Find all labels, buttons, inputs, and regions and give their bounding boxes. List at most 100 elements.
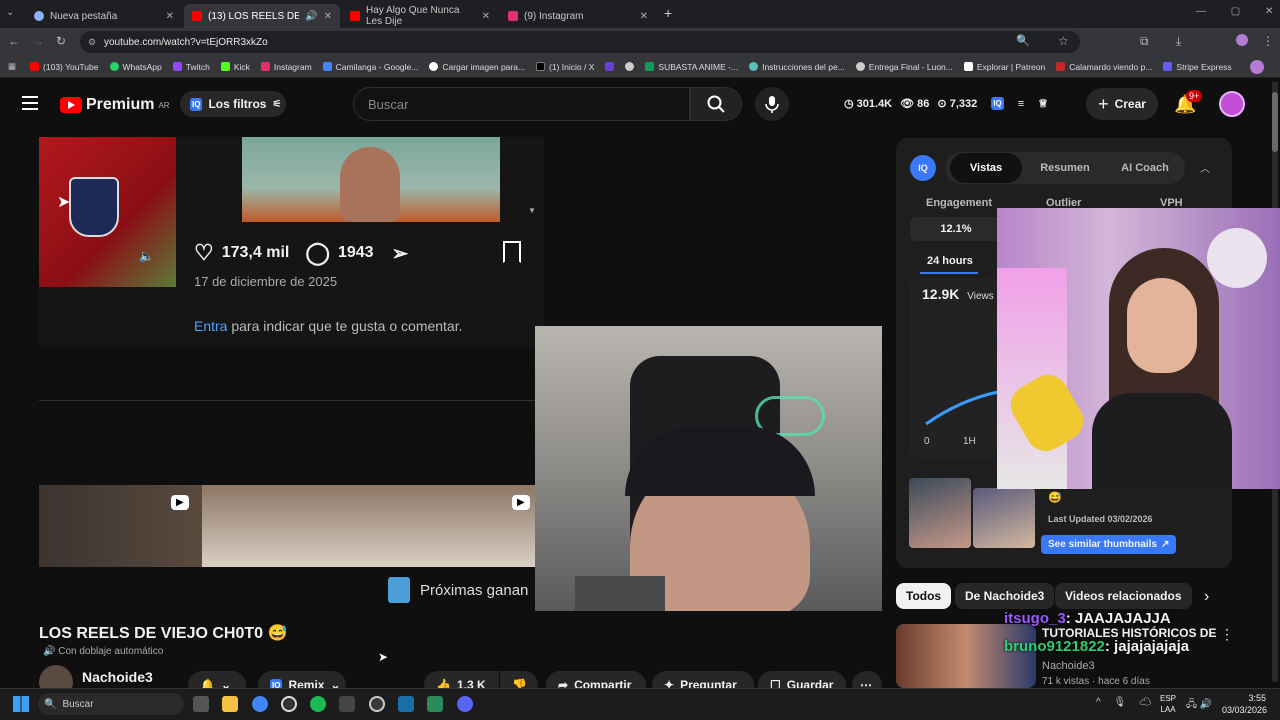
bookmark[interactable]: Twitch [172,61,210,72]
account-avatar[interactable] [1219,91,1245,117]
clock[interactable]: 3:55 03/03/2026 [1222,692,1267,716]
create-label: Crear [1114,97,1146,111]
close-icon[interactable]: ✕ [166,11,174,22]
bookmark[interactable]: Entrega Final - Luon... [855,62,953,72]
zoom-icon[interactable]: 🔍 [1016,34,1030,47]
tab-new[interactable]: Nueva pestaña ✕ [26,4,182,28]
bookmark[interactable]: (103) YouTube [30,62,99,72]
bookmark[interactable]: Calamardo viendo p... [1056,62,1152,72]
back-icon[interactable]: ← [8,34,20,48]
taskview-icon[interactable] [193,696,209,712]
search-button[interactable] [690,87,742,121]
speaker-icon[interactable]: 🔊 [305,11,317,22]
tab-vistas[interactable]: Vistas [950,153,1022,183]
notifications-button[interactable]: 🔔 9+ [1174,90,1203,115]
tab-search-icon[interactable]: ⌄ [6,7,14,18]
youtube-logo[interactable]: Premium AR [60,96,170,114]
network-volume-icons[interactable]: 🖧 🔊 [1186,697,1212,714]
windows-start-icon[interactable] [13,696,29,712]
chip-videos-relacionados[interactable]: Videos relacionados [1055,583,1192,609]
collapse-chevron-icon[interactable]: ︿ [1200,160,1210,175]
apps-icon[interactable]: ▦ [8,61,16,72]
profile-avatar[interactable] [1236,34,1248,46]
login-link[interactable]: Entra [194,318,227,334]
tab-resumen[interactable]: Resumen [1030,153,1100,183]
range-selector[interactable]: 24 hours [927,255,973,267]
share-icon[interactable]: ➢ [392,241,409,266]
menu-icon[interactable]: ⋮ [1262,34,1274,48]
thumbnail-preview[interactable] [909,478,971,548]
tab-youtube-2[interactable]: Hay Algo Que Nunca Les Dije ✕ [342,4,498,28]
comment-icon[interactable]: ◯ [305,240,330,266]
heart-icon[interactable]: ♡ [194,240,214,266]
chip-todos[interactable]: Todos [896,583,952,609]
bookmark[interactable]: Kick [220,62,250,72]
steam-tray-icon[interactable] [369,696,385,712]
reel-thumbnail-guitar[interactable]: ▶ [39,485,202,567]
obs-icon[interactable] [281,696,297,712]
steam-icon[interactable] [398,696,414,712]
region-code: AR [158,100,170,110]
editor-icon[interactable] [427,696,443,712]
language-indicator[interactable]: ESP LAA [1160,693,1176,715]
bookmark-label: Instagram [273,61,312,72]
similar-thumbnails-button[interactable]: See similar thumbnails ↗ [1041,535,1177,554]
reel-thumbnail-man[interactable] [242,137,500,222]
tab-ai-coach[interactable]: AI Coach [1112,153,1178,183]
bookmark[interactable]: Cargar imagen para... [429,62,525,72]
thumbnail-preview[interactable] [973,488,1035,548]
bookmark[interactable] [625,62,635,71]
reel-thumbnail-jersey[interactable]: ➤ 🔈 [39,137,176,287]
bookmark[interactable]: Instagram [260,61,312,72]
forward-icon[interactable]: → [32,34,44,48]
search-input[interactable]: Buscar [353,87,690,121]
window-controls[interactable]: — ▢ ✕ [1196,6,1273,17]
bookmarks-avatar[interactable] [1250,59,1264,74]
embed-scroll-arrow-icon[interactable]: ▼ [528,206,536,215]
extensions-icon[interactable]: ⧉ [1140,34,1149,49]
url-field[interactable]: ⚙ youtube.com/watch?v=tEjORR3xkZo [80,31,1080,53]
discord-icon[interactable] [457,696,473,712]
bookmark[interactable] [605,62,615,71]
site-info-icon[interactable]: ⚙ [88,37,96,48]
bookmark[interactable]: (1) Inicio / X [536,62,594,72]
file-explorer-icon[interactable] [222,696,238,712]
related-thumbnail[interactable] [896,624,1036,688]
audio-app-icon[interactable] [339,696,355,712]
reel-thumbnail-wall[interactable]: ▶ [202,485,536,567]
bookmark-label: Twitch [185,61,210,72]
reload-icon[interactable]: ↻ [56,34,66,48]
tray-icons[interactable]: ^ 🎙 ☁ [1096,697,1152,708]
bookmark[interactable]: Explorar | Patreon [963,62,1045,72]
channel-name[interactable]: Nachoide3 [82,669,153,685]
tab-youtube-current[interactable]: (13) LOS REELS DE VIEJO CH 🔊 ✕ [184,4,340,28]
chip-de-nachoide3[interactable]: De Nachoide3 [955,583,1055,609]
bookmark[interactable]: SUBASTA ANIME -... [645,62,738,72]
chips-next-arrow-icon[interactable]: › [1204,588,1209,606]
related-channel[interactable]: Nachoide3 [1042,660,1095,672]
spotify-icon[interactable] [310,696,326,712]
mute-icon[interactable]: 🔈 [139,249,154,263]
bookmark[interactable]: Instrucciones del pe... [749,62,845,72]
close-icon[interactable]: ✕ [640,11,648,22]
new-tab-button[interactable]: + [664,5,672,21]
vidiq-icon[interactable]: IQ [991,97,1004,110]
tab-instagram[interactable]: (9) Instagram ✕ [500,4,656,28]
list-icon[interactable]: ≡ [1018,98,1024,110]
close-icon[interactable]: ✕ [482,11,490,22]
guide-menu-icon[interactable] [22,96,38,110]
create-button[interactable]: + Crear [1086,88,1158,120]
related-more-icon[interactable]: ⋮ [1220,626,1234,643]
voice-search-button[interactable] [755,87,789,121]
trophy-icon[interactable]: ♕ [1038,97,1048,110]
bookmark-star-icon[interactable]: ☆ [1058,34,1069,48]
chrome-icon[interactable] [252,696,268,712]
download-icon[interactable]: ⤓ [1176,34,1181,49]
vidiq-filters-button[interactable]: IQ Los filtros ⚟ [180,91,286,117]
bookmark-label: Stripe Express [1176,61,1232,72]
bookmark[interactable]: Stripe Express [1163,61,1232,72]
bookmark[interactable]: WhatsApp [109,62,162,72]
bookmark[interactable]: Camilanga - Google... [322,62,418,72]
taskbar-search[interactable]: 🔍 Buscar [38,693,184,715]
close-icon[interactable]: ✕ [324,11,332,22]
